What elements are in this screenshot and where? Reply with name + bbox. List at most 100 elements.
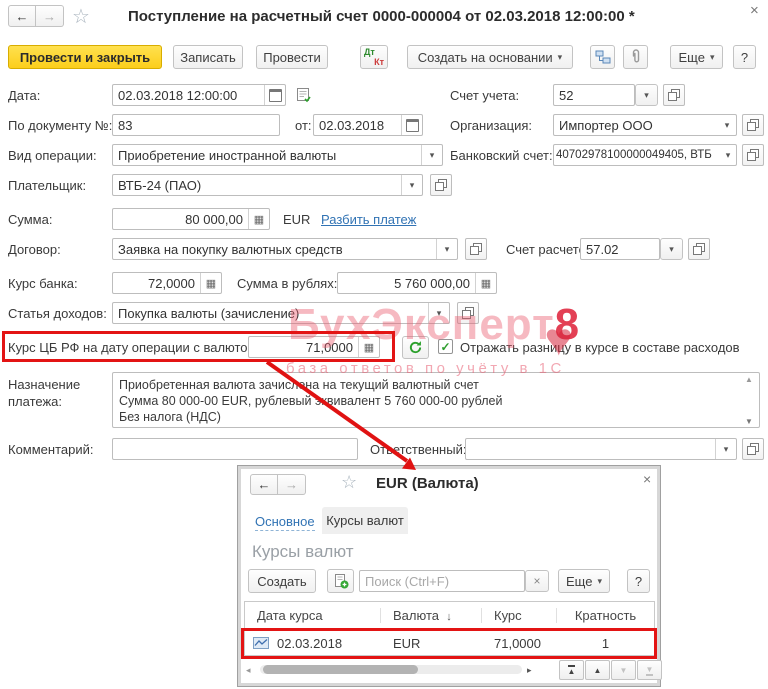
- chevron-down-icon[interactable]: ▾: [401, 175, 422, 195]
- chevron-down-icon[interactable]: ▾: [436, 239, 457, 259]
- amount-input[interactable]: [113, 209, 248, 229]
- cb-rate-input[interactable]: [249, 337, 358, 357]
- calculator-icon[interactable]: ▦: [200, 273, 221, 293]
- calculator-icon[interactable]: ▦: [358, 337, 379, 357]
- account-open-button[interactable]: [663, 84, 685, 106]
- purpose-text[interactable]: Приобретенная валюта зачислена на текущи…: [113, 373, 759, 428]
- bank-account-open-button[interactable]: [742, 144, 764, 166]
- payer-input[interactable]: [113, 175, 401, 195]
- hscroll-thumb[interactable]: [263, 665, 418, 674]
- save-button[interactable]: Записать: [173, 45, 243, 69]
- cb-rate-field[interactable]: ▦: [248, 336, 380, 358]
- income-item-input[interactable]: [113, 303, 428, 323]
- chevron-down-icon[interactable]: ▾: [715, 439, 736, 459]
- col-header-date[interactable]: Дата курса: [245, 608, 381, 623]
- popup-back-button[interactable]: ←: [250, 474, 278, 495]
- attachments-button[interactable]: [623, 45, 648, 69]
- bank-account-input[interactable]: [554, 145, 720, 165]
- popup-forward-button[interactable]: →: [278, 474, 306, 495]
- hscroll-left-icon[interactable]: ◂: [246, 665, 251, 676]
- popup-favorite-star-icon[interactable]: ☆: [341, 472, 357, 493]
- col-header-multiplicity[interactable]: Кратность: [557, 608, 654, 623]
- refresh-rate-button[interactable]: [402, 336, 429, 359]
- responsible-open-button[interactable]: [742, 438, 764, 460]
- comment-input[interactable]: [113, 439, 357, 459]
- organization-input[interactable]: [554, 115, 718, 135]
- col-header-rate[interactable]: Курс: [482, 608, 557, 623]
- rub-amount-input[interactable]: [338, 273, 475, 293]
- settlement-account-input[interactable]: [581, 239, 659, 259]
- income-item-field[interactable]: ▾: [112, 302, 450, 324]
- rub-amount-field[interactable]: ▦: [337, 272, 497, 294]
- account-dropdown-button[interactable]: ▾: [635, 84, 658, 106]
- payer-open-button[interactable]: [430, 174, 452, 196]
- hscroll-right-icon[interactable]: ▸: [527, 665, 532, 676]
- income-item-open-button[interactable]: [457, 302, 479, 324]
- more-button[interactable]: Еще ▾: [670, 45, 723, 69]
- popup-search-field[interactable]: [359, 570, 525, 592]
- close-icon[interactable]: ×: [750, 2, 759, 19]
- structure-button[interactable]: [590, 45, 615, 69]
- contract-open-button[interactable]: [465, 238, 487, 260]
- responsible-input[interactable]: [466, 439, 715, 459]
- amount-field[interactable]: ▦: [112, 208, 270, 230]
- date-input[interactable]: [113, 85, 264, 105]
- popup-more-button[interactable]: Еще ▾: [558, 569, 610, 593]
- doc-number-field[interactable]: [112, 114, 280, 136]
- settlement-account-open-button[interactable]: [688, 238, 710, 260]
- doc-date-input[interactable]: [314, 115, 401, 135]
- organization-field[interactable]: ▾: [553, 114, 737, 136]
- operation-type-field[interactable]: ▾: [112, 144, 443, 166]
- post-button[interactable]: Провести: [256, 45, 328, 69]
- post-and-close-button[interactable]: Провести и закрыть: [8, 45, 162, 69]
- chevron-down-icon[interactable]: ▾: [421, 145, 442, 165]
- date-field[interactable]: [112, 84, 286, 106]
- go-next-button[interactable]: ▼: [611, 660, 636, 680]
- split-payment-link[interactable]: Разбить платеж: [321, 212, 416, 227]
- back-button[interactable]: ←: [8, 5, 36, 27]
- scroll-up-icon[interactable]: ▲: [745, 375, 753, 384]
- help-button[interactable]: ?: [733, 45, 756, 69]
- reflect-diff-checkbox[interactable]: ✓: [438, 339, 453, 354]
- rate-table-row[interactable]: 02.03.2018 EUR 71,0000 1: [245, 630, 654, 656]
- popup-nav-main-link[interactable]: Основное: [255, 514, 315, 531]
- doc-date-field[interactable]: [313, 114, 423, 136]
- favorite-star-icon[interactable]: ☆: [72, 4, 90, 29]
- bank-rate-input[interactable]: [113, 273, 200, 293]
- account-field[interactable]: [553, 84, 635, 106]
- popup-tab-rates[interactable]: Курсы валют: [322, 507, 408, 534]
- hscroll-track[interactable]: [260, 665, 522, 674]
- calendar-icon[interactable]: [401, 115, 422, 135]
- settlement-account-field[interactable]: [580, 238, 660, 260]
- purpose-field[interactable]: Приобретенная валюта зачислена на текущи…: [112, 372, 760, 428]
- popup-search-input[interactable]: [360, 571, 524, 591]
- chevron-down-icon[interactable]: ▾: [718, 115, 736, 135]
- popup-search-clear-button[interactable]: ×: [525, 570, 549, 592]
- go-last-button[interactable]: ▼: [637, 660, 662, 680]
- bank-rate-field[interactable]: ▦: [112, 272, 222, 294]
- popup-copy-button[interactable]: [327, 569, 354, 593]
- col-header-currency[interactable]: Валюта ↓: [381, 608, 482, 623]
- contract-input[interactable]: [113, 239, 436, 259]
- responsible-field[interactable]: ▾: [465, 438, 737, 460]
- contract-field[interactable]: ▾: [112, 238, 458, 260]
- doc-number-input[interactable]: [113, 115, 279, 135]
- bank-account-field[interactable]: ▾: [553, 144, 737, 166]
- forward-button[interactable]: →: [36, 5, 64, 27]
- calendar-icon[interactable]: [264, 85, 285, 105]
- payer-field[interactable]: ▾: [112, 174, 423, 196]
- go-first-button[interactable]: ▲: [559, 660, 584, 680]
- go-prev-button[interactable]: ▲: [585, 660, 610, 680]
- popup-help-button[interactable]: ?: [627, 569, 650, 593]
- calculator-icon[interactable]: ▦: [475, 273, 496, 293]
- popup-create-button[interactable]: Создать: [248, 569, 316, 593]
- create-on-basis-button[interactable]: Создать на основании ▾: [407, 45, 573, 69]
- organization-open-button[interactable]: [742, 114, 764, 136]
- show-postings-button[interactable]: [296, 87, 313, 107]
- chevron-down-icon[interactable]: ▾: [720, 145, 736, 165]
- dtkt-button[interactable]: Дт Кт: [360, 45, 388, 69]
- operation-type-input[interactable]: [113, 145, 421, 165]
- calculator-icon[interactable]: ▦: [248, 209, 269, 229]
- comment-field[interactable]: [112, 438, 358, 460]
- settlement-account-dropdown-button[interactable]: ▾: [660, 238, 683, 260]
